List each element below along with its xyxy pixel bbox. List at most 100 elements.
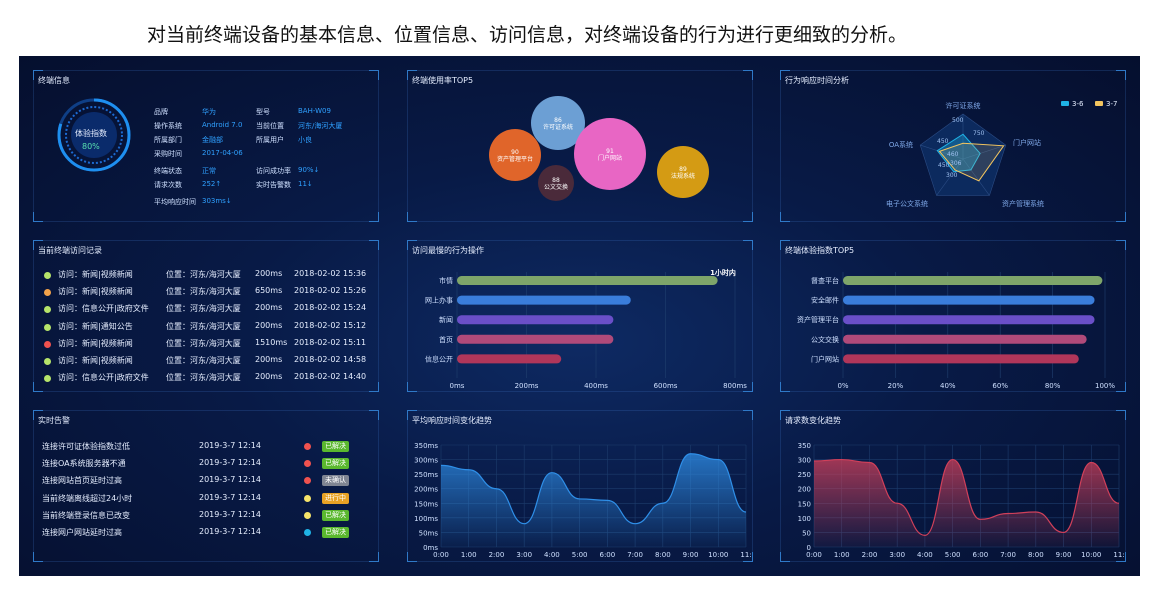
radar-axis-label: 电子公文系统: [886, 199, 928, 208]
x-tick-label: 3:00: [889, 551, 905, 559]
y-tick-label: 100ms: [414, 515, 438, 523]
bubble-name: 门户网站: [598, 154, 622, 162]
x-tick-label: 4:00: [917, 551, 933, 559]
experience-top5-panel: 终端体验指数TOP5 0% 20% 40% 60% 80% 100% 督查平台 安全邮件 资产管…: [780, 240, 1126, 392]
y-tick-label: 门户网站: [811, 354, 839, 363]
response-trend-panel: 平均响应时间变化趋势 0ms 50ms 100ms 150ms 200ms 250ms 30…: [407, 410, 753, 562]
alert-status-badge[interactable]: 进行中: [322, 492, 349, 504]
info-value: 河东/海河大厦: [298, 122, 343, 130]
alert-text: 连接OA系统服务器不通: [42, 459, 126, 469]
y-tick-label: 信息公开: [425, 354, 453, 363]
area-fill: [441, 453, 746, 547]
visit-duration: 200ms: [255, 303, 283, 313]
bar: [457, 295, 631, 305]
x-tick-label: 40%: [940, 382, 956, 390]
x-tick-label: 400ms: [584, 382, 608, 390]
x-tick-label: 10:00: [1081, 551, 1101, 559]
info-label: 终端状态: [154, 166, 182, 175]
x-tick-label: 1:00: [834, 551, 850, 559]
info-value: 小良: [298, 136, 312, 144]
x-tick-label: 4:00: [544, 551, 560, 559]
legend-swatch: [1061, 101, 1069, 106]
x-tick-label: 0ms: [450, 382, 465, 390]
visit-location: 位置：河东/海河大厦: [166, 287, 241, 297]
visit-target: 访问：新闻|通知公告: [58, 321, 133, 331]
dashboard: 终端信息 体验指数 80% 品牌 华为 型号 BAH-W09 操作系统 Android 7…: [19, 56, 1140, 576]
gauge-label: 体验指数: [75, 129, 107, 138]
y-tick-label: 50: [802, 529, 811, 537]
status-dot: [44, 375, 51, 383]
bubble-name: 许可证系统: [543, 123, 573, 131]
visit-duration: 200ms: [255, 355, 283, 364]
alert-time: 2019-3-7 12:14: [199, 458, 261, 468]
alert-time: 2019-3-7 12:14: [199, 475, 261, 485]
y-tick-label: 首页: [439, 335, 453, 344]
request-trend-panel: 请求数变化趋势 0 50 100 150 200 250 300 350 0:00 1:00 2:0…: [780, 410, 1126, 562]
y-tick-label: 250: [798, 471, 811, 479]
visit-location: 位置：河东/海河大厦: [166, 270, 241, 279]
bubble-value: 86: [554, 117, 562, 124]
visit-location: 位置：河东/海河大厦: [166, 356, 241, 365]
y-tick-label: 市情: [439, 276, 453, 285]
alert-status-badge[interactable]: 已解决: [322, 458, 349, 470]
legend-label: 3-7: [1106, 100, 1117, 108]
y-tick-label: 安全邮件: [811, 296, 839, 305]
visit-target: 访问：新闻|视频新闻: [58, 270, 133, 279]
bar: [843, 295, 1095, 305]
bar: [457, 334, 614, 344]
alert-text: 连接网站首页延时过高: [42, 476, 122, 486]
bubble-name: 公文交换: [544, 183, 568, 191]
caption-text: 对当前终端设备的基本信息、位置信息、访问信息，对终端设备的行为进行更细致的分析。: [147, 24, 908, 46]
x-tick-label: 2:00: [862, 551, 878, 559]
y-tick-label: 新闻: [439, 315, 453, 324]
visit-duration: 650ms: [255, 286, 283, 296]
alert-status-badge[interactable]: 已解决: [322, 527, 349, 538]
y-tick-label: 250ms: [414, 471, 438, 479]
x-tick-label: 0:00: [806, 551, 822, 559]
info-value: 正常: [202, 166, 216, 175]
x-tick-label: 100%: [1095, 382, 1115, 390]
x-tick-label: 7:00: [627, 551, 643, 559]
y-tick-label: 350: [798, 442, 811, 450]
gauge-value: 80%: [82, 142, 100, 151]
alert-status-badge[interactable]: 未确认: [322, 475, 349, 487]
bubble-name: 法规系统: [671, 172, 695, 180]
alert-status-badge[interactable]: 已解决: [322, 509, 349, 521]
radar-tick-label: 500: [952, 117, 964, 124]
bubble-name: 资产管理平台: [497, 155, 533, 163]
info-label: 实时告警数: [256, 180, 291, 189]
visit-time: 2018-02-02 15:11: [294, 337, 367, 347]
legend-swatch: [1095, 101, 1103, 106]
y-tick-label: 100: [798, 515, 811, 523]
visit-location: 位置：河东/海河大厦: [166, 304, 241, 314]
radar-tick-label: 750: [973, 130, 985, 137]
y-tick-label: 150: [798, 500, 811, 508]
slowest-actions-panel: 访问最慢的行为操作 0ms 200ms 400ms 600ms 800ms 市情 网上办事新…: [407, 240, 753, 392]
bubble-value: 88: [552, 177, 560, 184]
info-value: 90%↓: [298, 165, 320, 174]
visit-time: 2018-02-02 15:26: [294, 286, 367, 296]
visit-duration: 200ms: [255, 372, 283, 382]
bar: [843, 334, 1087, 344]
alert-time: 2019-3-7 12:14: [199, 527, 261, 536]
alert-time: 2019-3-7 12:14: [199, 492, 261, 502]
visit-time: 2018-02-02 15:24: [294, 303, 367, 313]
alert-text: 连接网户网站延时过高: [42, 528, 122, 537]
radar-axis-label: 许可证系统: [946, 101, 981, 110]
x-tick-label: 7:00: [1000, 551, 1016, 559]
alert-text: 当前终端登录信息已改变: [42, 510, 130, 520]
info-value: 金融部: [202, 136, 223, 144]
visit-time: 2018-02-02 15:12: [294, 320, 367, 330]
visit-target: 访问：新闻|视频新闻: [58, 356, 133, 365]
info-value: 11↓: [298, 179, 313, 188]
info-label: 平均响应时间: [154, 197, 196, 206]
alert-status-badge[interactable]: 已解决: [322, 441, 349, 452]
x-tick-label: 8:00: [1028, 551, 1044, 559]
x-tick-label: 80%: [1045, 382, 1061, 390]
terminal-info-panel: 终端信息 体验指数 80% 品牌 华为 型号 BAH-W09 操作系统 Android 7…: [33, 70, 379, 222]
x-tick-label: 6:00: [972, 551, 988, 559]
radar-tick-label: 300: [946, 172, 958, 179]
x-tick-label: 9:00: [683, 551, 699, 559]
x-tick-label: 2:00: [489, 551, 505, 559]
info-label: 当前位置: [256, 122, 284, 130]
